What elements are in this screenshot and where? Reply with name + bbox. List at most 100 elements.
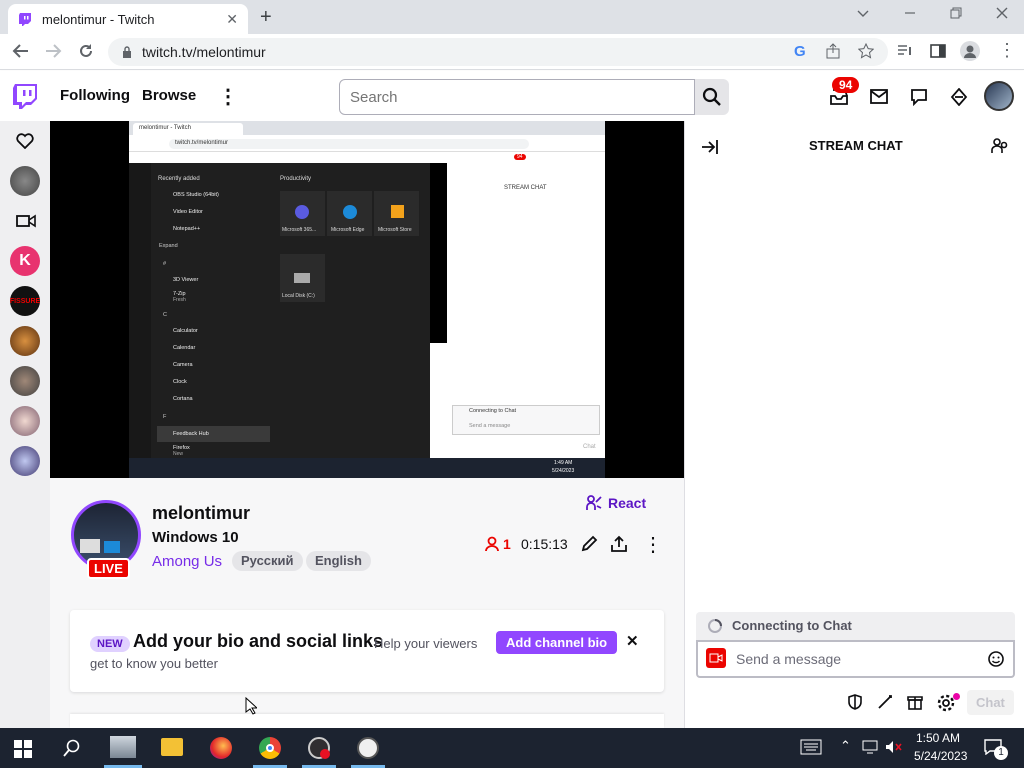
inner-connecting: Connecting to Chat xyxy=(469,408,517,414)
network-icon[interactable] xyxy=(862,740,880,754)
chat-input[interactable]: Send a message xyxy=(696,640,1015,678)
inner-url: twitch.tv/melontimur xyxy=(175,140,229,146)
mail-icon[interactable] xyxy=(870,89,888,104)
inner-date: 5/24/2023 xyxy=(552,468,575,474)
taskbar-search-icon[interactable] xyxy=(63,739,81,757)
gift-icon[interactable] xyxy=(907,694,923,710)
channel-avatar[interactable] xyxy=(10,326,40,356)
community-icon[interactable] xyxy=(991,137,1009,155)
channel-avatar[interactable] xyxy=(10,446,40,476)
bio-sub2: get to know you better xyxy=(90,656,218,671)
connecting-text: Connecting to Chat xyxy=(732,618,852,633)
inner-tile: Microsoft Store xyxy=(378,227,412,233)
bookmark-star-icon[interactable] xyxy=(858,43,874,59)
clock-date[interactable]: 5/24/2023 xyxy=(914,749,967,763)
bio-heading: Add your bio and social links xyxy=(133,631,384,651)
chevron-down-icon[interactable] xyxy=(856,6,870,20)
channel-avatar-k[interactable]: K xyxy=(10,246,40,276)
notification-count: 1 xyxy=(994,746,1008,760)
react-button[interactable]: React xyxy=(586,495,646,511)
close-window-icon[interactable] xyxy=(995,6,1009,20)
keyboard-icon[interactable] xyxy=(800,739,822,755)
media-control-icon[interactable] xyxy=(897,43,913,59)
clock-app-icon[interactable] xyxy=(357,737,379,759)
firefox-icon[interactable] xyxy=(210,737,232,759)
inner-expand: Expand xyxy=(159,243,178,249)
followed-channel-avatar[interactable] xyxy=(10,166,40,196)
mouse-cursor-icon xyxy=(245,697,257,715)
prime-crown-icon[interactable] xyxy=(950,88,968,106)
google-icon[interactable]: G xyxy=(794,43,806,60)
inner-app-sub: Fresh xyxy=(173,297,186,303)
chat-send-button[interactable]: Chat xyxy=(967,690,1014,715)
next-card xyxy=(70,714,664,728)
inner-chat-title: STREAM CHAT xyxy=(504,185,547,191)
profile-icon[interactable] xyxy=(960,41,980,61)
stream-chat-panel: STREAM CHAT Connecting to Chat Send a me… xyxy=(684,121,1024,728)
following-link[interactable]: Following xyxy=(60,87,130,104)
collapse-chat-icon[interactable] xyxy=(701,139,719,155)
browser-tab[interactable]: melontimur - Twitch ✕ xyxy=(8,4,248,34)
more-options-icon[interactable]: ⋮ xyxy=(218,84,238,109)
inner-time: 1:49 AM xyxy=(554,460,573,466)
lock-icon xyxy=(123,46,131,58)
minimize-icon[interactable] xyxy=(903,6,917,20)
tab-title: melontimur - Twitch xyxy=(42,11,155,27)
notification-badge: 94 xyxy=(832,77,860,93)
browser-menu-icon[interactable]: ⋮ xyxy=(998,40,1016,61)
restore-icon[interactable] xyxy=(949,6,963,20)
sword-icon[interactable] xyxy=(877,694,893,710)
channel-avatar-fissure[interactable]: FISSURE xyxy=(10,286,40,316)
tag-english[interactable]: English xyxy=(306,551,371,571)
search-input[interactable] xyxy=(339,79,695,115)
stream-video-frame: melontimur - Twitch twitch.tv/melontimur… xyxy=(129,121,605,478)
emote-smile-icon[interactable] xyxy=(988,651,1004,667)
channel-avatar[interactable] xyxy=(10,406,40,436)
whispers-icon[interactable] xyxy=(910,88,928,106)
tag-russian[interactable]: Русский xyxy=(232,551,303,571)
app-thumbnail-icon[interactable] xyxy=(110,736,136,758)
bio-card: NEW Add your bio and social links Help y… xyxy=(70,610,664,692)
inner-send-msg: Send a message xyxy=(469,423,511,429)
chat-title: STREAM CHAT xyxy=(809,138,903,153)
share-icon[interactable] xyxy=(825,43,841,59)
stream-title: Windows 10 xyxy=(152,529,239,546)
video-camera-icon[interactable] xyxy=(16,213,36,229)
reload-icon[interactable] xyxy=(77,42,95,60)
settings-notification-dot xyxy=(953,693,960,700)
file-explorer-icon[interactable] xyxy=(161,738,183,756)
share-upload-icon[interactable] xyxy=(610,535,628,553)
address-bar[interactable]: twitch.tv/melontimur xyxy=(108,38,888,66)
shield-icon[interactable] xyxy=(847,694,863,710)
inner-tile: Microsoft Edge xyxy=(331,227,365,233)
close-icon[interactable]: ✕ xyxy=(626,632,639,650)
new-tab-button[interactable]: + xyxy=(260,6,272,29)
side-panel-icon[interactable] xyxy=(930,43,946,59)
clock-time[interactable]: 1:50 AM xyxy=(916,731,960,745)
channel-avatar[interactable] xyxy=(10,366,40,396)
search-button[interactable] xyxy=(695,79,729,115)
edit-pencil-icon[interactable] xyxy=(580,535,598,553)
channel-name[interactable]: melontimur xyxy=(152,503,250,524)
react-icon xyxy=(586,495,602,510)
user-avatar[interactable] xyxy=(984,81,1014,111)
heart-icon[interactable] xyxy=(16,133,34,149)
forward-arrow-icon[interactable] xyxy=(44,42,62,60)
tab-close-icon[interactable]: ✕ xyxy=(226,11,238,28)
windows-start-icon[interactable] xyxy=(14,740,32,758)
browse-link[interactable]: Browse xyxy=(142,87,196,104)
left-sidebar: K FISSURE xyxy=(0,121,50,728)
back-arrow-icon[interactable] xyxy=(12,42,30,60)
browser-tab-bar: melontimur - Twitch ✕ + xyxy=(0,0,1024,34)
inner-app: Calculator xyxy=(173,328,198,334)
more-vertical-icon[interactable]: ⋮ xyxy=(643,532,663,557)
video-record-icon xyxy=(709,653,723,663)
inner-letter: C xyxy=(163,312,167,318)
inner-letter: F xyxy=(163,414,167,420)
category-link[interactable]: Among Us xyxy=(152,553,222,570)
tray-chevron-icon[interactable]: ⌃ xyxy=(840,738,851,754)
twitch-logo-icon[interactable] xyxy=(12,83,38,111)
add-channel-bio-button[interactable]: Add channel bio xyxy=(496,631,618,654)
inner-recent-label: Recently added xyxy=(158,176,200,182)
volume-muted-icon[interactable] xyxy=(885,740,903,754)
